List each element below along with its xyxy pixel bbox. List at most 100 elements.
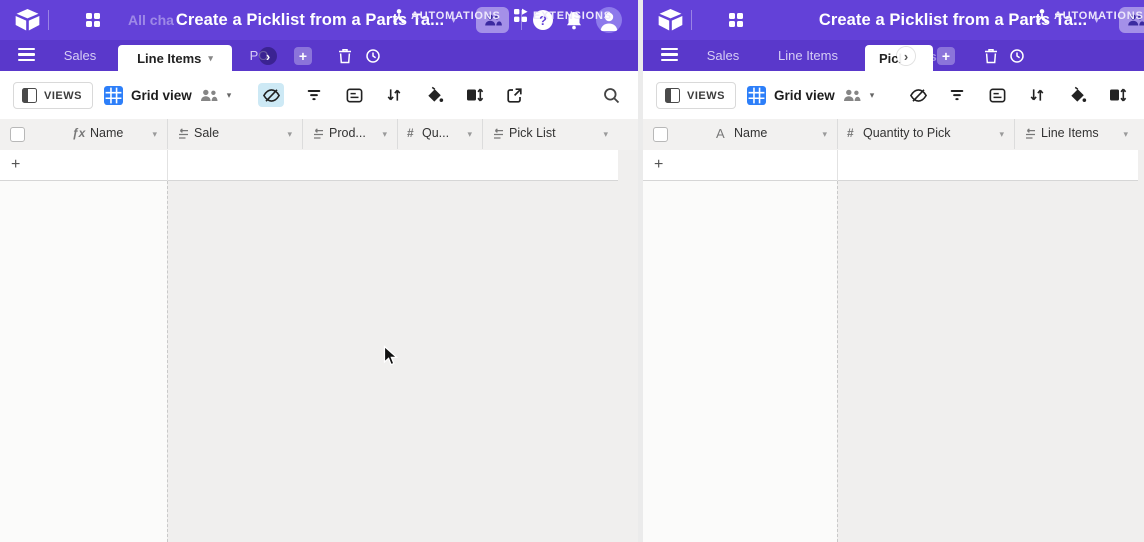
views-toggle-button[interactable]: VIEWS <box>656 82 736 109</box>
side-panel-icon <box>22 88 37 103</box>
group-button[interactable] <box>341 83 367 107</box>
column-header-name[interactable]: A Name ▾ <box>643 119 838 149</box>
hide-fields-button[interactable] <box>258 83 284 107</box>
column-header-pick-list[interactable]: Pick List ▾ <box>482 119 619 149</box>
apps-grid-icon[interactable] <box>86 13 100 27</box>
grid-rows-area: + <box>0 150 638 181</box>
history-icon[interactable] <box>365 48 381 64</box>
view-caret-icon: ▾ <box>227 90 232 101</box>
trash-icon[interactable] <box>984 48 998 64</box>
header-filler <box>1138 119 1144 149</box>
group-button[interactable] <box>984 83 1010 107</box>
search-button[interactable] <box>598 83 624 107</box>
column-header-row: ƒx Name ▾ Sale ▾ Prod... ▾ # Qu... ▾ <box>0 119 638 151</box>
frozen-column-divider <box>167 150 168 181</box>
column-caret-icon[interactable]: ▾ <box>603 129 608 140</box>
color-button[interactable] <box>421 83 447 107</box>
tab-sales[interactable]: Sales <box>695 40 751 71</box>
tab-sales[interactable]: Sales <box>52 40 108 71</box>
linked-record-icon <box>177 128 190 141</box>
column-caret-icon[interactable]: ▾ <box>467 129 472 140</box>
column-header-quantity[interactable]: # Qu... ▾ <box>397 119 483 149</box>
tab-line-items[interactable]: Line Items ▾ <box>118 45 232 71</box>
extensions-icon <box>513 8 528 23</box>
paint-bucket-icon <box>425 86 444 105</box>
view-name: Grid view <box>131 88 192 103</box>
automations-icon <box>392 8 406 24</box>
header-divider <box>691 10 692 30</box>
sort-icon <box>385 86 403 104</box>
apps-grid-icon[interactable] <box>729 13 743 27</box>
sort-icon <box>1028 86 1046 104</box>
filter-icon <box>948 86 966 104</box>
grid-empty-area <box>0 181 638 542</box>
group-icon <box>345 86 364 105</box>
automations-button[interactable]: AUTOMATIONS <box>1035 0 1144 31</box>
add-table-button[interactable]: + <box>294 47 312 65</box>
add-table-button[interactable]: + <box>937 47 955 65</box>
table-tab-bar: Sales Line Items Picl <box>643 40 1144 71</box>
sidebar-menu-icon[interactable] <box>661 48 678 61</box>
paint-bucket-icon <box>1068 86 1087 105</box>
filter-icon <box>305 86 323 104</box>
single-line-text-icon: A <box>716 126 725 141</box>
column-caret-icon[interactable]: ▾ <box>287 129 292 140</box>
view-toolbar: VIEWS Grid view ▾ <box>643 71 1144 120</box>
view-switcher[interactable]: Grid view ▾ <box>104 71 231 119</box>
number-icon: # <box>407 126 414 140</box>
sidebar-menu-icon[interactable] <box>18 48 35 61</box>
group-icon <box>988 86 1007 105</box>
tab-caret-icon[interactable]: ▾ <box>208 53 213 64</box>
views-toggle-button[interactable]: VIEWS <box>13 82 93 109</box>
select-all-checkbox[interactable] <box>10 127 25 142</box>
airtable-logo-icon[interactable] <box>657 9 684 32</box>
screenshot-stage: All cha Create a Picklist from a Parts T… <box>0 0 1144 542</box>
view-name: Grid view <box>774 88 835 103</box>
column-caret-icon[interactable]: ▾ <box>152 129 157 140</box>
ghost-status-text: All cha <box>128 12 174 28</box>
row-height-button[interactable] <box>461 83 487 107</box>
table-tab-bar: Sales Line Items ▾ PO <box>0 40 638 71</box>
linked-record-icon <box>492 128 505 141</box>
sort-button[interactable] <box>1024 83 1050 107</box>
collaborators-icon <box>843 88 862 102</box>
add-row[interactable] <box>0 150 618 181</box>
column-header-line-items[interactable]: Line Items ▾ <box>1014 119 1139 149</box>
frozen-pane-background <box>643 181 837 542</box>
history-icon[interactable] <box>1009 48 1025 64</box>
tab-scroll-right-button[interactable]: › <box>897 47 915 65</box>
row-height-button[interactable] <box>1104 83 1130 107</box>
tab-line-items[interactable]: Line Items <box>768 40 848 71</box>
add-row-button[interactable]: + <box>654 156 663 174</box>
airtable-logo-icon[interactable] <box>14 9 41 32</box>
column-caret-icon[interactable]: ▾ <box>1123 129 1128 140</box>
row-height-icon <box>465 86 484 104</box>
view-caret-icon: ▾ <box>870 90 875 101</box>
column-caret-icon[interactable]: ▾ <box>382 129 387 140</box>
column-header-product[interactable]: Prod... ▾ <box>302 119 398 149</box>
header-filler <box>618 119 638 149</box>
share-arrow-icon <box>505 86 524 105</box>
share-view-button[interactable] <box>501 83 527 107</box>
column-header-quantity-to-pick[interactable]: # Quantity to Pick ▾ <box>837 119 1015 149</box>
column-caret-icon[interactable]: ▾ <box>999 129 1004 140</box>
filter-button[interactable] <box>301 83 327 107</box>
sort-button[interactable] <box>381 83 407 107</box>
automations-button[interactable]: AUTOMATIONS <box>392 0 501 31</box>
select-all-checkbox[interactable] <box>653 127 668 142</box>
add-row-button[interactable]: + <box>11 156 20 174</box>
column-header-sale[interactable]: Sale ▾ <box>167 119 303 149</box>
hide-fields-button[interactable] <box>905 83 931 107</box>
column-header-name[interactable]: ƒx Name ▾ <box>0 119 168 149</box>
view-switcher[interactable]: Grid view ▾ <box>747 71 874 119</box>
column-caret-icon[interactable]: ▾ <box>822 129 827 140</box>
add-row[interactable] <box>643 150 1138 181</box>
tab-scroll-right-button[interactable]: › <box>259 47 277 65</box>
linked-record-icon <box>1024 128 1037 141</box>
eye-slash-icon <box>262 86 281 105</box>
filter-button[interactable] <box>944 83 970 107</box>
extensions-button[interactable]: EXTENSIONS <box>513 0 612 31</box>
trash-icon[interactable] <box>338 48 352 64</box>
collaborators-icon <box>200 88 219 102</box>
color-button[interactable] <box>1064 83 1090 107</box>
